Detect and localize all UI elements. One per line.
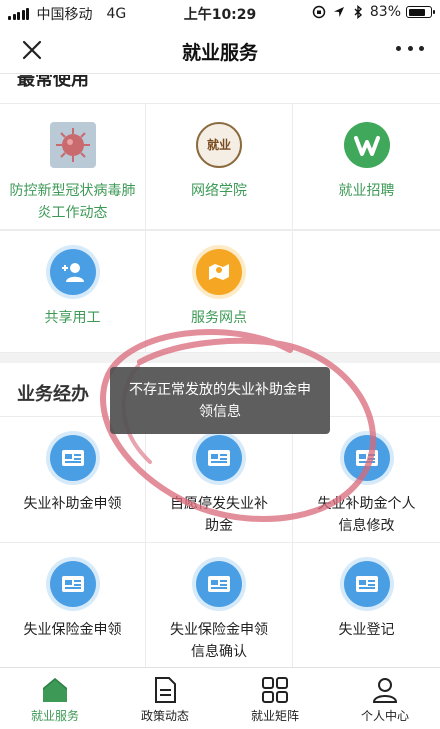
grid-item-label: 失业保险金申领信息确认	[170, 622, 268, 660]
grid-item-service-outlets[interactable]: 服务网点	[146, 230, 293, 353]
tab-label: 就业服务	[30, 709, 79, 723]
section-title-business: 业务经办	[17, 384, 89, 405]
toast-message: 不存正常发放的失业补助金申领信息	[110, 367, 330, 434]
add-user-icon	[49, 249, 96, 295]
location-icon	[333, 7, 344, 17]
user-icon	[372, 678, 398, 703]
grid-item-label: 网络学院	[191, 183, 247, 199]
tab-employment-service[interactable]: 就业服务	[0, 668, 110, 729]
document-icon	[343, 435, 390, 481]
tab-label: 就业矩阵	[250, 709, 299, 723]
job-logo-icon	[343, 122, 390, 168]
grid-item-label: 失业登记	[338, 622, 395, 638]
grid-item-job-recruitment[interactable]: 就业招聘	[293, 103, 440, 230]
battery-fill	[408, 8, 426, 16]
document-icon	[196, 561, 242, 607]
section-divider	[0, 353, 440, 363]
grid-item-subsidy-info-edit[interactable]: 失业补助金个人信息修改	[293, 416, 440, 543]
tab-bar: 就业服务 政策动态 就业矩阵 个人中心	[0, 667, 440, 729]
tab-policy-news[interactable]: 政策动态	[110, 668, 220, 729]
rotation-lock-icon	[312, 5, 326, 19]
grid-item-label: 自愿停发失业补助金	[170, 496, 268, 534]
grid-item-label: 失业保险金申领	[23, 622, 122, 638]
grid-item-label: 防控新型冠状病毒肺炎工作动态	[9, 183, 136, 221]
policy-document-icon	[155, 677, 176, 703]
grid-item-unemployment-register[interactable]: 失业登记	[293, 543, 440, 667]
map-pin-icon	[196, 249, 242, 295]
battery-icon	[406, 6, 435, 18]
grid-item-epidemic-news[interactable]: 防控新型冠状病毒肺炎工作动态	[0, 103, 146, 230]
home-icon	[43, 678, 67, 702]
grid-item-label: 服务网点	[191, 310, 247, 326]
grid-item-label: 就业招聘	[338, 183, 395, 199]
tab-personal-center[interactable]: 个人中心	[330, 668, 440, 729]
grid-item-shared-employment[interactable]: 共享用工	[0, 230, 146, 353]
grid-item-label: 失业补助金个人信息修改	[317, 496, 416, 534]
grid-item-stop-subsidy[interactable]: 自愿停发失业补助金	[146, 416, 293, 543]
grid-item-online-academy[interactable]: 就业 网络学院	[146, 103, 293, 230]
grid-item-insurance-apply[interactable]: 失业保险金申领	[0, 543, 146, 667]
section-title-frequent: 最常使用	[17, 75, 89, 90]
nav-bar: 就业服务	[0, 26, 440, 74]
grid-item-empty	[293, 230, 440, 353]
business-grid: 失业补助金申领 自愿停发失业补助金 失业补助金个人信息修改 失业保险金申领 失业…	[0, 416, 440, 667]
seal-logo-icon: 就业	[196, 122, 242, 168]
bluetooth-icon	[354, 5, 362, 19]
seal-text: 就业	[206, 138, 231, 152]
grid-item-subsidy-apply[interactable]: 失业补助金申领	[0, 416, 146, 543]
tab-label: 个人中心	[360, 709, 409, 723]
more-icon[interactable]	[396, 46, 424, 54]
document-icon	[196, 435, 242, 481]
grid-item-label: 失业补助金申领	[23, 496, 122, 512]
battery-percent: 83%	[369, 4, 401, 20]
status-bar: 中国移动 4G 上午10:29 83%	[0, 0, 440, 26]
frequent-grid: 防控新型冠状病毒肺炎工作动态 就业 网络学院 就业招聘 共享用工 服务网点	[0, 103, 440, 353]
grid-item-label: 共享用工	[44, 310, 101, 326]
page-title: 就业服务	[181, 42, 258, 64]
virus-image-icon	[49, 122, 96, 168]
tab-employment-matrix[interactable]: 就业矩阵	[220, 668, 330, 729]
document-icon	[49, 561, 96, 607]
document-icon	[343, 561, 390, 607]
status-right: 83%	[312, 4, 435, 20]
document-icon	[49, 435, 96, 481]
tab-label: 政策动态	[140, 709, 189, 723]
grid-icon	[262, 677, 288, 703]
grid-item-insurance-confirm[interactable]: 失业保险金申领信息确认	[146, 543, 293, 667]
